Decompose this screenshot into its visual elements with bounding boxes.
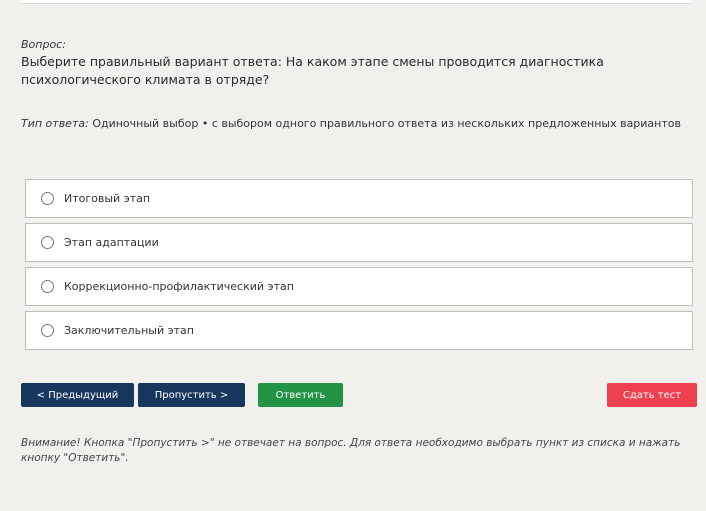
answer-type-line: Тип ответа: Одиночный выбор • с выбором … — [21, 117, 681, 130]
test-page: Вопрос: Выберите правильный вариант отве… — [0, 0, 706, 511]
skip-button[interactable]: Пропустить > — [138, 383, 245, 407]
option-1[interactable]: Итоговый этап — [25, 179, 693, 218]
answer-options: Итоговый этап Этап адаптации Коррекционн… — [25, 179, 693, 355]
option-2[interactable]: Этап адаптации — [25, 223, 693, 262]
radio-button[interactable] — [41, 280, 54, 293]
option-label: Заключительный этап — [64, 324, 194, 337]
option-label: Итоговый этап — [64, 192, 151, 205]
previous-button[interactable]: < Предыдущий — [21, 383, 134, 407]
answer-button[interactable]: Ответить — [258, 383, 343, 407]
warning-note: Внимание! Кнопка "Пропустить >" не отвеч… — [21, 437, 681, 464]
answer-type-value: Одиночный выбор • с выбором одного прави… — [92, 117, 681, 130]
radio-button[interactable] — [41, 192, 54, 205]
top-panel-edge — [20, 0, 692, 4]
question-text: Выберите правильный вариант ответа: На к… — [21, 54, 604, 87]
option-label: Коррекционно-профилактический этап — [64, 280, 294, 293]
option-4[interactable]: Заключительный этап — [25, 311, 693, 350]
answer-type-label: Тип ответа: — [21, 117, 89, 130]
radio-button[interactable] — [41, 236, 54, 249]
finish-test-button[interactable]: Сдать тест — [607, 383, 697, 407]
radio-button[interactable] — [41, 324, 54, 337]
option-label: Этап адаптации — [64, 236, 159, 249]
option-3[interactable]: Коррекционно-профилактический этап — [25, 267, 693, 306]
question-label: Вопрос: — [21, 38, 66, 51]
